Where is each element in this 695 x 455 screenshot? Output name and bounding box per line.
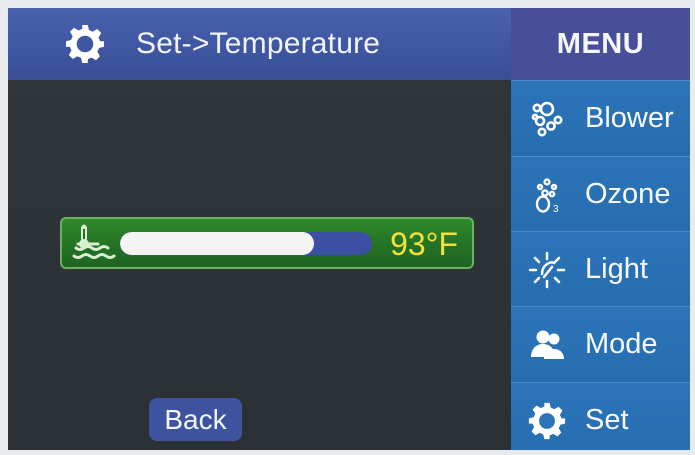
menu-label-mode: Mode bbox=[585, 328, 658, 360]
temperature-control[interactable]: 93°F bbox=[60, 217, 474, 269]
light-icon bbox=[527, 250, 567, 290]
menu-item-ozone[interactable]: 3 Ozone bbox=[511, 156, 690, 232]
blower-bubbles-icon bbox=[527, 99, 567, 139]
ozone-icon: 3 bbox=[527, 175, 567, 215]
spa-control-screen: Set->Temperature MENU 93°F Back Blower 3… bbox=[8, 8, 690, 450]
temperature-slider-fill bbox=[120, 232, 315, 255]
temperature-panel: 93°F Back bbox=[8, 80, 511, 450]
mode-people-icon bbox=[527, 325, 567, 365]
thermometer-water-icon bbox=[68, 222, 116, 264]
gear-icon bbox=[64, 23, 106, 65]
temperature-value: 93°F bbox=[390, 226, 458, 262]
menu-label-blower: Blower bbox=[585, 102, 674, 134]
menu-item-light[interactable]: Light bbox=[511, 231, 690, 307]
menu-item-blower[interactable]: Blower bbox=[511, 80, 690, 156]
side-menu: Blower 3 Ozone Light Mode Set bbox=[511, 80, 690, 450]
back-button[interactable]: Back bbox=[149, 398, 242, 441]
temperature-slider[interactable] bbox=[120, 232, 372, 255]
gear-icon bbox=[527, 401, 567, 441]
page-title: Set->Temperature bbox=[136, 27, 381, 60]
page-header: Set->Temperature bbox=[8, 8, 511, 80]
menu-item-mode[interactable]: Mode bbox=[511, 306, 690, 382]
menu-label-ozone: Ozone bbox=[585, 178, 671, 210]
menu-label-set: Set bbox=[585, 404, 629, 436]
menu-title: MENU bbox=[511, 8, 690, 80]
menu-label-light: Light bbox=[585, 253, 648, 285]
menu-item-set[interactable]: Set bbox=[511, 382, 690, 450]
svg-text:3: 3 bbox=[553, 204, 559, 215]
